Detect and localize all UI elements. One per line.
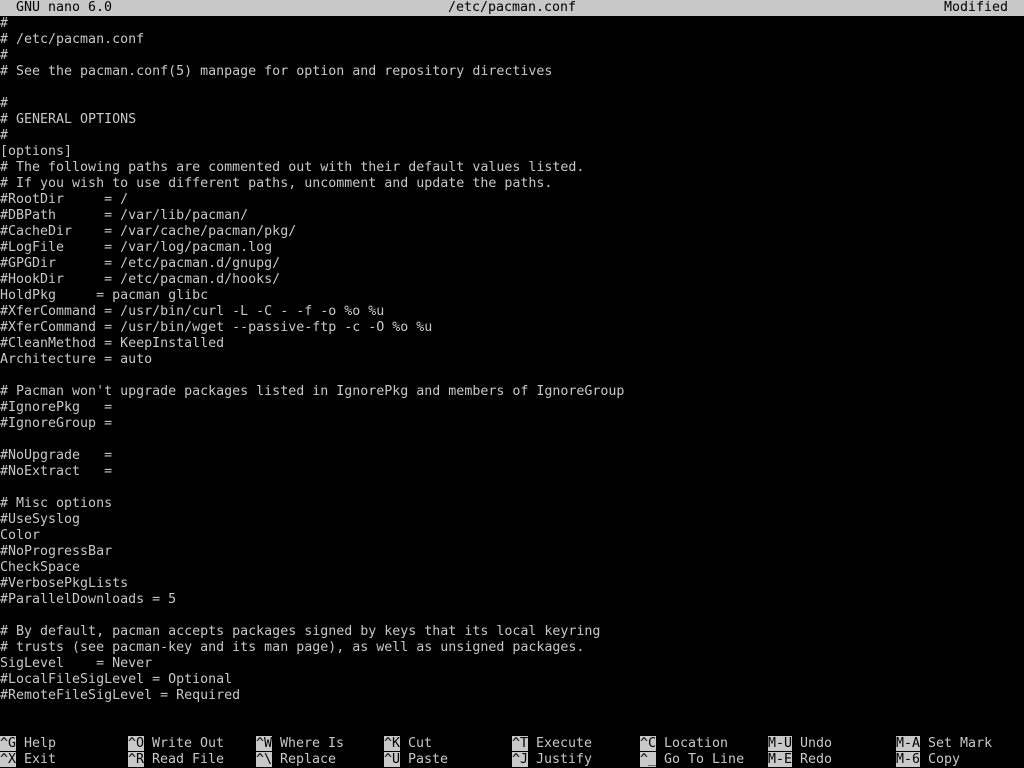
shortcut-key: ^J [512, 752, 529, 767]
shortcut-key: ^K [384, 736, 401, 751]
shortcut-cut[interactable]: ^K Cut [384, 736, 432, 752]
editor-line[interactable]: #VerbosePkgLists [0, 576, 1024, 592]
editor-line[interactable]: # [0, 48, 1024, 64]
editor-line[interactable]: # See the pacman.conf(5) manpage for opt… [0, 64, 1024, 80]
shortcut-key: ^T [512, 736, 529, 751]
editor-line[interactable]: #RemoteFileSigLevel = Required [0, 688, 1024, 704]
shortcut-label: Redo [800, 752, 833, 767]
editor-line[interactable]: #GPGDir = /etc/pacman.d/gnupg/ [0, 256, 1024, 272]
shortcut-label: Replace [280, 752, 337, 767]
shortcut-set-mark[interactable]: M-A Set Mark [896, 736, 992, 752]
shortcut-label: Execute [536, 736, 593, 751]
editor-line[interactable]: #CleanMethod = KeepInstalled [0, 336, 1024, 352]
shortcut-key: ^X [0, 752, 17, 767]
shortcut-bar-bottom: ^X Exit ^R Read File ^\ Replace ^U Paste ^J Justi… [0, 752, 1024, 768]
editor-line[interactable] [0, 608, 1024, 624]
editor-line[interactable]: # The following paths are commented out … [0, 160, 1024, 176]
shortcut-key: ^C [640, 736, 657, 751]
editor-line[interactable]: # [0, 16, 1024, 32]
shortcut-justify[interactable]: ^J Justify [512, 752, 592, 768]
shortcut-exit[interactable]: ^X Exit [0, 752, 56, 768]
shortcut-label: Where Is [280, 736, 345, 751]
shortcut-go-to-line[interactable]: ^_ Go To Line [640, 752, 744, 768]
shortcut-label: Copy [928, 752, 961, 767]
shortcut-key: ^W [256, 736, 273, 751]
editor-line[interactable]: #LocalFileSigLevel = Optional [0, 672, 1024, 688]
editor-line[interactable]: SigLevel = Never [0, 656, 1024, 672]
editor-line[interactable]: Architecture = auto [0, 352, 1024, 368]
editor-text-area[interactable]: # # /etc/pacman.conf # # See the pacman.con… [0, 16, 1024, 720]
shortcut-write-out[interactable]: ^O Write Out [128, 736, 224, 752]
editor-line[interactable]: #XferCommand = /usr/bin/wget --passive-f… [0, 320, 1024, 336]
editor-line[interactable]: HoldPkg = pacman glibc [0, 288, 1024, 304]
file-path: /etc/pacman.conf [447, 0, 577, 15]
shortcut-key: ^U [384, 752, 401, 767]
title-bar: GNU nano 6.0 /etc/pacman.conf Modified [0, 0, 1024, 16]
editor-line[interactable]: #HookDir = /etc/pacman.d/hooks/ [0, 272, 1024, 288]
editor-line[interactable]: #IgnorePkg = [0, 400, 1024, 416]
editor-line[interactable]: # /etc/pacman.conf [0, 32, 1024, 48]
shortcut-key: ^_ [640, 752, 657, 767]
shortcut-read-file[interactable]: ^R Read File [128, 752, 224, 768]
shortcut-copy[interactable]: M-6 Copy [896, 752, 960, 768]
editor-line[interactable]: # [0, 96, 1024, 112]
editor-line[interactable]: #LogFile = /var/log/pacman.log [0, 240, 1024, 256]
editor-line[interactable]: # trusts (see pacman-key and its man pag… [0, 640, 1024, 656]
shortcut-location[interactable]: ^C Location [640, 736, 728, 752]
editor-line[interactable]: #ParallelDownloads = 5 [0, 592, 1024, 608]
shortcut-key: M-U [768, 736, 793, 751]
shortcut-key: M-E [768, 752, 793, 767]
shortcut-label: Help [24, 736, 57, 751]
editor-line[interactable]: #UseSyslog [0, 512, 1024, 528]
editor-line[interactable]: #IgnoreGroup = [0, 416, 1024, 432]
editor-line[interactable] [0, 80, 1024, 96]
editor-line[interactable]: #NoExtract = [0, 464, 1024, 480]
editor-line[interactable]: #NoUpgrade = [0, 448, 1024, 464]
modified-status: Modified [943, 0, 1008, 15]
shortcut-undo[interactable]: M-U Undo [768, 736, 832, 752]
shortcut-label: Read File [152, 752, 225, 767]
editor-line[interactable]: # By default, pacman accepts packages si… [0, 624, 1024, 640]
shortcut-key: ^R [128, 752, 145, 767]
shortcut-label: Go To Line [664, 752, 745, 767]
editor-line[interactable]: #XferCommand = /usr/bin/curl -L -C - -f … [0, 304, 1024, 320]
editor-line[interactable]: # If you wish to use different paths, un… [0, 176, 1024, 192]
editor-line[interactable]: # GENERAL OPTIONS [0, 112, 1024, 128]
editor-line[interactable]: # Misc options [0, 496, 1024, 512]
shortcut-key: ^\ [256, 752, 273, 767]
shortcut-replace[interactable]: ^\ Replace [256, 752, 336, 768]
editor-line[interactable] [0, 432, 1024, 448]
editor-line[interactable]: #CacheDir = /var/cache/pacman/pkg/ [0, 224, 1024, 240]
shortcut-key: M-6 [896, 752, 921, 767]
shortcut-key: ^G [0, 736, 17, 751]
shortcut-bar-top: ^G Help ^O Write Out ^W Where Is ^K Cut ^T Execut… [0, 736, 1024, 752]
shortcut-where-is[interactable]: ^W Where Is [256, 736, 344, 752]
shortcut-redo[interactable]: M-E Redo [768, 752, 832, 768]
editor-line[interactable]: # Pacman won't upgrade packages listed i… [0, 384, 1024, 400]
editor-line[interactable]: # [0, 128, 1024, 144]
shortcut-label: Location [664, 736, 729, 751]
shortcut-help[interactable]: ^G Help [0, 736, 56, 752]
shortcut-label: Undo [800, 736, 833, 751]
shortcut-execute[interactable]: ^T Execute [512, 736, 592, 752]
editor-line[interactable]: #RootDir = / [0, 192, 1024, 208]
shortcut-key: ^O [128, 736, 145, 751]
shortcut-label: Write Out [152, 736, 225, 751]
shortcut-paste[interactable]: ^U Paste [384, 752, 448, 768]
editor-line[interactable]: #DBPath = /var/lib/pacman/ [0, 208, 1024, 224]
editor-line[interactable]: CheckSpace [0, 560, 1024, 576]
editor-line[interactable] [0, 368, 1024, 384]
shortcut-label: Paste [408, 752, 449, 767]
shortcut-label: Set Mark [928, 736, 993, 751]
editor-line[interactable]: Color [0, 528, 1024, 544]
editor-line[interactable]: [options] [0, 144, 1024, 160]
shortcut-label: Cut [408, 736, 433, 751]
editor-line[interactable] [0, 480, 1024, 496]
shortcut-label: Justify [536, 752, 593, 767]
shortcut-key: M-A [896, 736, 921, 751]
editor-line[interactable]: #NoProgressBar [0, 544, 1024, 560]
shortcut-label: Exit [24, 752, 57, 767]
